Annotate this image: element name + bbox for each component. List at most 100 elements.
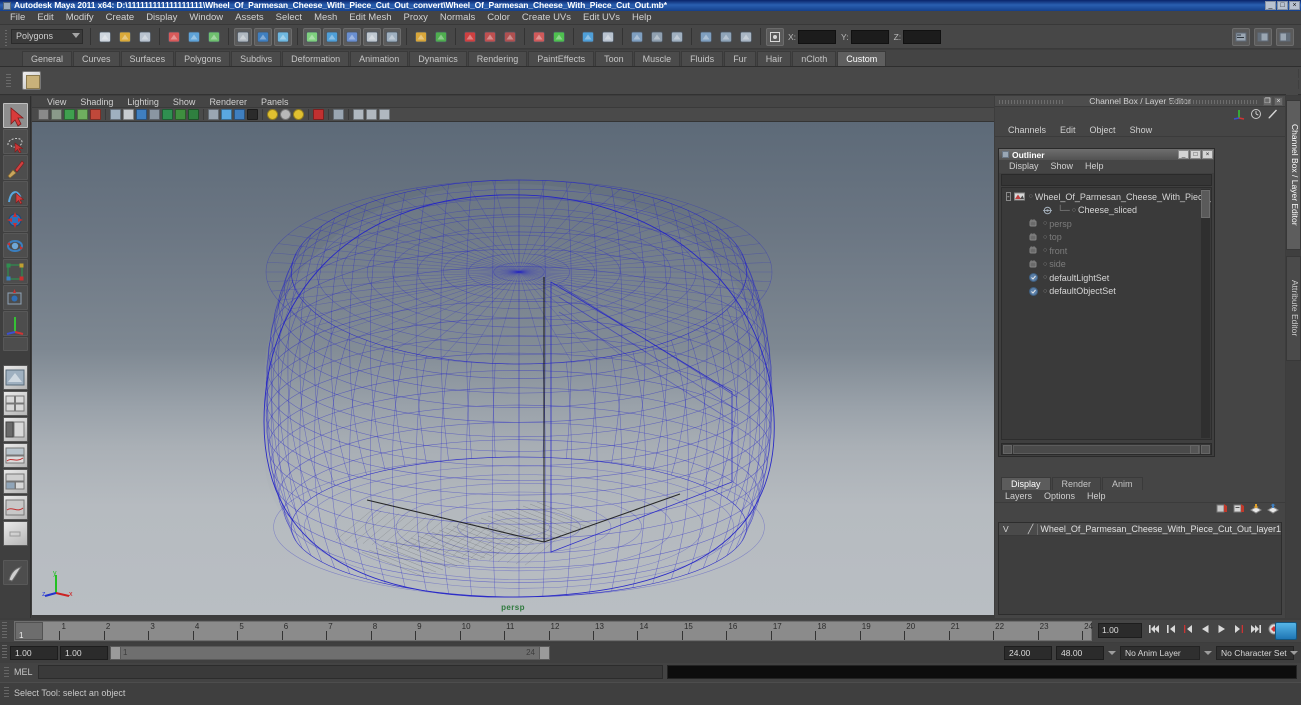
dock-title-buttons[interactable]: ❐ × [1263,97,1283,106]
outliner-item[interactable]: ○ persp [1002,217,1211,231]
current-time-field[interactable]: 1.00 [1098,623,1142,638]
show-attribute-editor-icon[interactable] [1232,28,1250,46]
select-by-object-icon[interactable] [254,27,272,46]
undock-button[interactable]: ❐ [1263,97,1272,106]
tool-layout-custom[interactable] [2,521,28,546]
anim-start-time-field[interactable]: 1.00 [10,646,58,660]
time-slider-track[interactable]: 1 1 2 3 4 5 6 7 8 9 10 11 12 13 14 15 16 17 18 19 20 21 22 23 2… [14,621,1093,641]
show-tool-settings-icon[interactable] [1254,28,1272,46]
hud-icon[interactable] [379,109,390,120]
grid-icon[interactable] [353,109,364,120]
outliner-vertical-scrollbar[interactable] [1201,189,1210,438]
menu-assets[interactable]: Assets [229,11,270,25]
shaded-wireframe-icon[interactable] [162,109,173,120]
go-to-end-icon[interactable] [1250,622,1262,638]
outliner-tree[interactable]: -○Wheel_Of_Parmesan_Cheese_With_Piece_Cu… [1001,187,1212,440]
channel-box-menu-show[interactable]: Show [1123,123,1160,137]
command-line-grip[interactable] [4,667,9,679]
layer-editor-menu-options[interactable]: Options [1038,490,1081,503]
snap-view-plane-icon[interactable] [363,27,381,46]
range-start-time-field[interactable]: 1.00 [60,646,108,660]
tool-soft-select-tool[interactable] [2,181,28,206]
maximize-button[interactable]: □ [1277,1,1288,10]
outliner-item[interactable]: - ○Wheel_Of_Parmesan_Cheese_With_Piece_Cu… [1002,190,1211,204]
menu-help[interactable]: Help [626,11,658,25]
range-bar-right-handle[interactable] [539,647,549,659]
tool-paint-effects-tool[interactable] [2,560,28,585]
channel-box-menu-channels[interactable]: Channels [1001,123,1053,137]
tool-layout-persp-hypershade[interactable] [2,469,28,494]
select-handle-icon[interactable] [579,28,597,46]
redo-icon[interactable] [185,28,203,46]
window-controls[interactable]: _ □ × [1265,1,1300,10]
playback-options-chevron-icon[interactable] [1108,651,1116,655]
attribute-editor-icon[interactable] [697,28,715,46]
layer-editor-tab-display[interactable]: Display [1001,477,1051,490]
panel-layout-icon[interactable] [366,109,377,120]
manipulator-axes-icon[interactable] [1233,108,1245,123]
menu-color[interactable]: Color [481,11,516,25]
expand-collapse-icon[interactable]: - [1006,192,1011,202]
shelf-tab-curves[interactable]: Curves [73,51,120,66]
outliner-maximize-button[interactable]: □ [1190,150,1201,159]
shelf-tab-hair[interactable]: Hair [756,51,792,66]
tool-universal-manipulator-tool[interactable] [2,285,28,310]
show-manipulator-icon[interactable] [599,28,617,46]
input-connections-icon[interactable] [628,28,646,46]
image-plane-icon[interactable] [64,109,75,120]
tool-rotate-tool[interactable] [2,233,28,258]
tool-show-manipulator-tool[interactable] [2,311,28,336]
step-back-key-icon[interactable] [1182,622,1194,638]
shelf-tab-fluids[interactable]: Fluids [681,51,724,66]
snap-grid-icon[interactable] [303,27,321,46]
outliner-menu-help[interactable]: Help [1079,160,1110,173]
dock-drag-dots-right[interactable] [1169,100,1259,104]
show-channel-box-icon[interactable] [1276,28,1294,46]
outliner-hscroll-thumb[interactable] [1013,444,1200,454]
menu-file[interactable]: File [4,11,31,25]
layer-list[interactable]: V ╱ Wheel_Of_Parmesan_Cheese_With_Piece_Cu… [998,522,1282,615]
go-to-start-icon[interactable] [1148,622,1160,638]
shelf-item-custom-icon[interactable] [22,71,41,90]
redo-all-icon[interactable] [205,28,223,46]
snap-point-icon[interactable] [343,27,361,46]
range-slider-grip[interactable] [2,645,7,660]
render-view-icon[interactable] [432,28,450,46]
outliner-minimize-button[interactable]: _ [1178,150,1189,159]
tool-scale-tool[interactable] [2,259,28,284]
outliner-menu-show[interactable]: Show [1045,160,1080,173]
shelf-tab-painteffects[interactable]: PaintEffects [528,51,595,66]
new-layer-from-selected-icon[interactable] [1233,503,1245,517]
tool-last-tool-used[interactable] [2,337,28,351]
range-bar-left-handle[interactable] [111,647,121,659]
pencil-icon[interactable] [1267,108,1279,123]
current-time-indicator[interactable]: 1 [15,622,43,640]
channel-box-menu-edit[interactable]: Edit [1053,123,1083,137]
shelf-tab-animation[interactable]: Animation [350,51,409,66]
shelf-tab-toon[interactable]: Toon [595,51,633,66]
minimize-button[interactable]: _ [1265,1,1276,10]
outliner-item[interactable]: ○ side [1002,258,1211,272]
playback-controls[interactable] [1148,622,1280,638]
input-line-mode-icon[interactable] [766,27,784,46]
exposure-icon[interactable] [90,109,101,120]
help-line-grip[interactable] [4,687,9,699]
cheese-wheel-wireframe-model[interactable] [32,122,994,615]
shadows-icon[interactable] [234,109,245,120]
outliner-search-input[interactable] [1001,174,1212,186]
menu-edit-uvs[interactable]: Edit UVs [577,11,626,25]
close-button[interactable]: × [1289,1,1300,10]
step-back-frame-icon[interactable] [1165,622,1177,638]
layer-visibility-toggle[interactable]: V [999,524,1013,534]
menu-edit-mesh[interactable]: Edit Mesh [343,11,397,25]
toolbar-grip[interactable] [4,27,9,46]
no-connections-icon[interactable] [668,28,686,46]
outliner-scroll-right-button[interactable] [1190,444,1199,454]
anim-preferences-icon[interactable] [1275,622,1297,640]
menu-proxy[interactable]: Proxy [398,11,434,25]
shelf-tab-muscle[interactable]: Muscle [633,51,681,66]
smooth-shade-selected-icon[interactable] [136,109,147,120]
viewport-menu-shading[interactable]: Shading [73,96,120,108]
outliner-item[interactable]: ○ top [1002,231,1211,245]
command-language-label[interactable]: MEL [14,667,33,677]
